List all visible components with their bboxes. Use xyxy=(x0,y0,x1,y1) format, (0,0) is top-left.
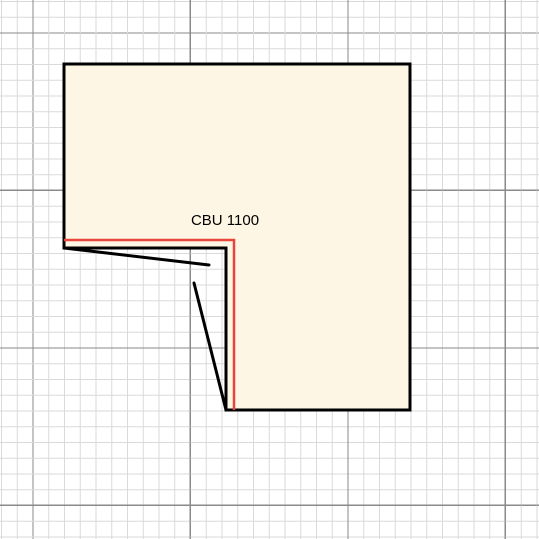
corner-cabinet[interactable] xyxy=(62,62,412,412)
cabinet-door-left xyxy=(62,246,211,267)
cabinet-door-right xyxy=(192,281,228,412)
floor-plan-canvas: CBU 1100 xyxy=(0,0,539,539)
cabinet-label: CBU 1100 xyxy=(191,212,259,229)
